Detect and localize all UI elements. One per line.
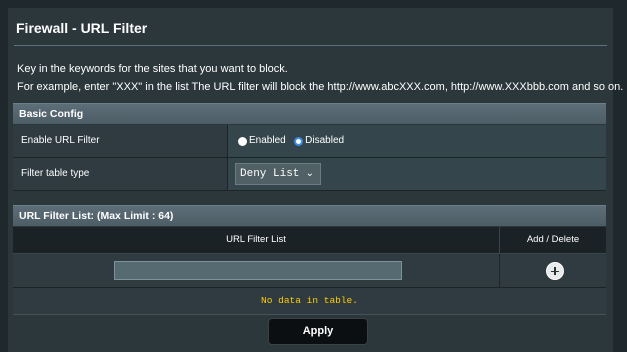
description-line-1: Key in the keywords for the sites that y… — [17, 63, 288, 75]
column-url-filter-list: URL Filter List — [226, 234, 286, 245]
enable-url-filter-control: Enabled Disabled — [228, 125, 606, 157]
table-header: URL Filter List Add / Delete — [13, 227, 606, 254]
radio-enabled-label[interactable]: Enabled — [249, 135, 286, 146]
enable-url-filter-label: Enable URL Filter — [21, 135, 100, 146]
radio-disabled-label[interactable]: Disabled — [305, 135, 344, 146]
chevron-down-icon: ⌄ — [305, 168, 314, 179]
description-line-2: For example, enter "XXX" in the list The… — [17, 81, 624, 93]
filter-table-type-label: Filter table type — [21, 168, 90, 179]
radio-disabled[interactable] — [294, 136, 304, 146]
plus-circle-icon[interactable] — [546, 262, 564, 280]
url-input-row — [13, 254, 606, 288]
radio-enabled[interactable] — [238, 136, 247, 146]
enable-url-filter-row: Enable URL Filter Enabled Disabled — [13, 125, 606, 158]
radio-group: Enabled Disabled — [238, 125, 348, 157]
title-divider — [14, 45, 607, 46]
page-title: Firewall - URL Filter — [16, 20, 148, 36]
page-panel: Firewall - URL Filter Key in the keyword… — [8, 8, 623, 352]
filter-table-type-value: Deny List — [240, 168, 300, 180]
empty-table-message: No data in table. — [13, 288, 606, 315]
filter-table-type-row: Filter table type Deny List ⌄ — [13, 158, 606, 191]
column-divider — [499, 254, 500, 287]
filter-table-type-select[interactable]: Deny List ⌄ — [235, 163, 321, 185]
apply-button[interactable]: Apply — [268, 318, 368, 345]
url-filter-list-header: URL Filter List: (Max Limit : 64) — [13, 205, 606, 226]
column-add-delete: Add / Delete — [526, 234, 580, 245]
url-filter-input[interactable] — [114, 261, 402, 280]
basic-config-header: Basic Config — [13, 103, 606, 124]
